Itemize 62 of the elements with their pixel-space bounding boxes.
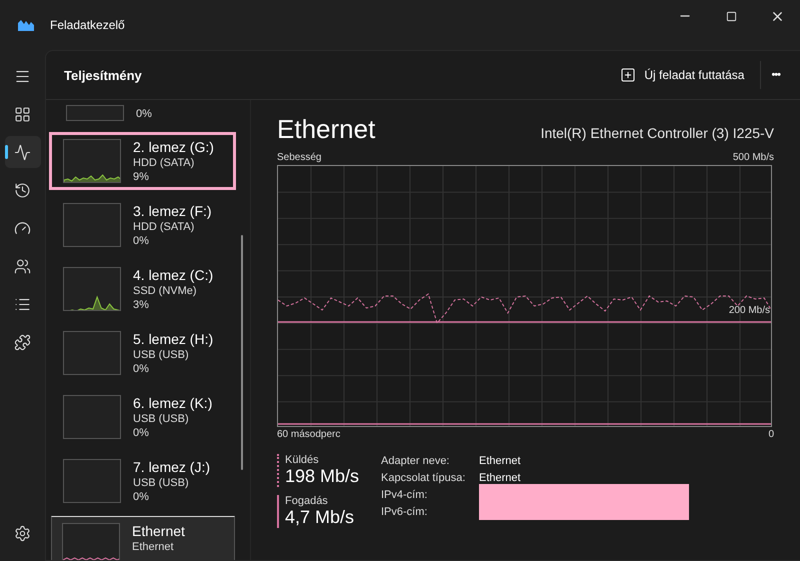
detail-title: Ethernet	[277, 114, 376, 145]
device-usage: 0%	[133, 362, 150, 376]
device-type: USB (USB)	[133, 412, 190, 426]
device-type: HDD (SATA)	[133, 156, 196, 170]
window-title: Feladatkezelő	[50, 18, 126, 32]
device-item[interactable]: 7. lemez (J:) USB (USB) 0%	[49, 452, 236, 510]
device-name: 7. lemez (J:)	[133, 459, 210, 476]
device-type: USB (USB)	[133, 348, 190, 362]
gauge-icon	[14, 220, 31, 236]
grid-icon	[14, 106, 31, 122]
maximize-icon	[726, 10, 736, 22]
device-usage: 9%	[133, 170, 150, 184]
time-axis-label: 60 másodperc	[277, 429, 340, 440]
graph-label: Sebesség	[277, 152, 322, 163]
device-type: HDD (SATA)	[133, 220, 196, 234]
property-label: IPv4-cím:	[381, 488, 428, 503]
device-name: 2. lemez (G:)	[133, 139, 214, 156]
device-item[interactable]: 2. lemez (G:) HDD (SATA) 9%	[49, 132, 236, 190]
users-icon	[14, 258, 31, 274]
device-usage: 3%	[133, 298, 150, 312]
stat-value: 4,7 Mb/s	[285, 507, 356, 528]
device-name: Ethernet	[132, 523, 185, 540]
stat-value: 198 Mb/s	[285, 466, 360, 487]
device-type: SSD (NVMe)	[133, 284, 198, 298]
more-button[interactable]: •••	[761, 63, 790, 87]
device-type: USB (USB)	[133, 476, 190, 490]
device-usage: 0%	[133, 426, 150, 440]
device-name: 3. lemez (F:)	[133, 203, 212, 220]
run-task-button[interactable]: Új feladat futtatása	[612, 61, 762, 89]
device-usage: 0%	[133, 234, 150, 248]
app-logo-icon	[18, 19, 34, 31]
scrollbar[interactable]	[241, 235, 243, 470]
device-item[interactable]: Ethernet Ethernet	[51, 516, 235, 560]
property-label: Adapter neve:	[381, 454, 450, 469]
device-item[interactable]: 5. lemez (H:) USB (USB) 0%	[49, 324, 236, 382]
device-name: 5. lemez (H:)	[133, 331, 214, 348]
settings-icon	[14, 524, 31, 542]
stat-label: Küldés	[285, 454, 320, 466]
device-name: 4. lemez (C:)	[133, 267, 214, 284]
page-title: Teljesítmény	[64, 68, 143, 82]
time-axis-label: 0	[768, 429, 774, 440]
graph-mark-label: 200 Mb/s	[728, 305, 770, 316]
device-item[interactable]: 6. lemez (K:) USB (USB) 0%	[49, 388, 236, 446]
device-usage: 0%	[133, 490, 150, 504]
device-name: 6. lemez (K:)	[133, 395, 212, 412]
adapter-name: Intel(R) Ethernet Controller (3) I225-V	[540, 125, 774, 141]
pulse-icon	[14, 144, 31, 160]
device-item[interactable]: 3. lemez (F:) HDD (SATA) 0%	[49, 196, 236, 254]
history-icon	[14, 182, 31, 198]
device-usage: 0%	[136, 107, 152, 121]
property-label: Kapcsolat típusa:	[381, 471, 466, 486]
graph-max-label: 500 Mb/s	[732, 152, 774, 163]
puzzle-icon	[14, 334, 31, 350]
nav-button[interactable]	[4, 136, 40, 168]
device-item[interactable]: 0%	[49, 100, 236, 126]
new-task-icon	[620, 67, 636, 83]
property-value: Ethernet	[479, 454, 522, 469]
device-type: Ethernet	[132, 540, 175, 554]
device-item[interactable]: 4. lemez (C:) SSD (NVMe) 3%	[49, 260, 236, 318]
property-label: IPv6-cím:	[381, 505, 428, 520]
stat-label: Fogadás	[285, 495, 329, 507]
property-value: Ethernet	[479, 471, 522, 486]
